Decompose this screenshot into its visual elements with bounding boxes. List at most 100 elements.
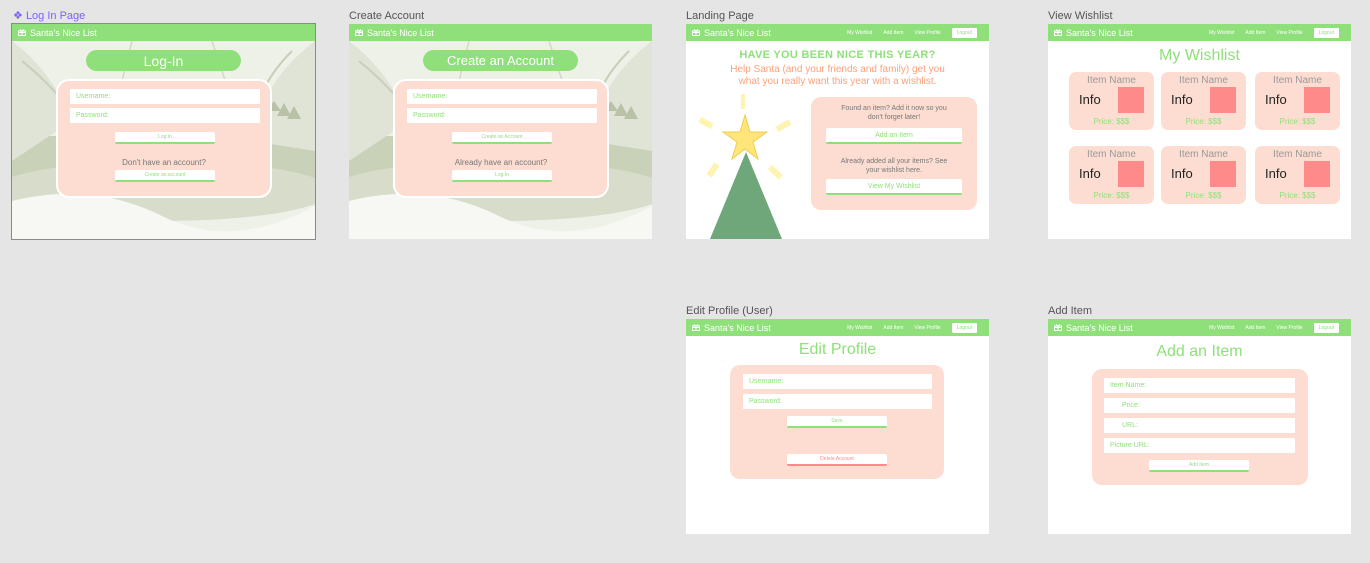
frame-label-add-item[interactable]: Add Item (1048, 305, 1092, 317)
brand[interactable]: Santa's Nice List (1054, 323, 1133, 333)
create-account-button[interactable]: Create an Account (452, 132, 552, 144)
brand-name: Santa's Nice List (367, 27, 434, 38)
item-info: Info (1265, 166, 1287, 181)
page-title: Create an Account (423, 50, 578, 71)
password-field[interactable]: Password: (743, 394, 932, 409)
add-an-item-button[interactable]: Add an Item (826, 128, 962, 144)
star-ray (767, 164, 783, 180)
wishlist-item-card[interactable]: Item Name Info Price: $$$ (1255, 72, 1340, 130)
save-button[interactable]: Save (787, 416, 887, 428)
wishlist-item-card[interactable]: Item Name Info Price: $$$ (1161, 146, 1246, 204)
login-button[interactable]: Log In (115, 132, 215, 144)
frame-label-edit-profile[interactable]: Edit Profile (User) (686, 305, 773, 317)
page-title: Log-In (86, 50, 241, 71)
item-name: Item Name (1273, 75, 1322, 86)
frame-label-create[interactable]: Create Account (349, 10, 424, 22)
frame-label-text: Log In Page (25, 10, 86, 22)
no-account-text: Don't have an account? (122, 158, 206, 167)
picture-url-field[interactable]: Picture URL: (1104, 438, 1295, 453)
star-ray (698, 116, 714, 130)
brand[interactable]: Santa's Nice List (355, 28, 434, 38)
view-wishlist-frame: Santa's Nice List My Wishlist Add Item V… (1048, 24, 1351, 239)
item-image-placeholder (1304, 161, 1330, 187)
headline: HAVE YOU BEEN NICE THIS YEAR? (739, 49, 936, 61)
nav-add-item[interactable]: Add Item (883, 325, 903, 331)
navbar: Santa's Nice List (349, 24, 652, 41)
view-wishlist-button[interactable]: View My Wishlist (826, 179, 962, 195)
nav-my-wishlist[interactable]: My Wishlist (847, 325, 872, 331)
gift-icon (355, 29, 363, 36)
logout-button[interactable]: Logout (1313, 322, 1339, 333)
username-field[interactable]: Username: (70, 89, 260, 104)
price-field[interactable]: Price: (1104, 398, 1295, 413)
frame-label-wishlist[interactable]: View Wishlist (1048, 10, 1113, 22)
found-item-text-2: don't forget later! (867, 114, 921, 121)
brand-name: Santa's Nice List (704, 322, 771, 333)
wishlist-item-card[interactable]: Item Name Info Price: $$$ (1069, 72, 1154, 130)
login-button[interactable]: Log In (452, 170, 552, 182)
frame-label-landing[interactable]: Landing Page (686, 10, 754, 22)
gift-icon (1054, 29, 1062, 36)
edit-profile-frame: Santa's Nice List My Wishlist Add Item V… (686, 319, 989, 534)
navbar: Santa's Nice List My Wishlist Add Item V… (686, 319, 989, 336)
item-name: Item Name (1273, 149, 1322, 160)
page-title: My Wishlist (1159, 47, 1240, 64)
navbar: Santa's Nice List My Wishlist Add Item V… (686, 24, 989, 41)
nav-view-profile[interactable]: View Profile (914, 30, 940, 36)
password-field[interactable]: Password: (407, 108, 597, 123)
gift-icon (18, 29, 26, 36)
gift-icon (692, 324, 700, 331)
brand[interactable]: Santa's Nice List (692, 28, 771, 38)
item-price: Price: $$$ (1279, 117, 1316, 126)
brand[interactable]: Santa's Nice List (18, 28, 97, 38)
frame-label-login[interactable]: ❖ Log In Page (13, 10, 85, 22)
item-name-field[interactable]: Item Name: (1104, 378, 1295, 393)
username-field[interactable]: Username: (407, 89, 597, 104)
nav-add-item[interactable]: Add Item (1245, 325, 1265, 331)
star-ray (741, 94, 745, 109)
create-account-button[interactable]: Create an account (115, 170, 215, 182)
logout-button[interactable]: Logout (1313, 27, 1339, 38)
nav-links: My Wishlist Add Item View Profile Logout (1198, 322, 1339, 333)
tree-shape (710, 152, 782, 239)
create-card: Username: Password: Create an Account Al… (393, 79, 609, 198)
logout-button[interactable]: Logout (951, 27, 977, 38)
nav-add-item[interactable]: Add Item (883, 30, 903, 36)
add-item-card: Item Name: Price: URL: Picture URL: Add … (1092, 369, 1308, 485)
logout-button[interactable]: Logout (951, 322, 977, 333)
christmas-tree-illustration (698, 94, 792, 239)
brand[interactable]: Santa's Nice List (1054, 28, 1133, 38)
create-account-frame: Santa's Nice List Create an Account User… (349, 24, 652, 239)
wishlist-item-card[interactable]: Item Name Info Price: $$$ (1069, 146, 1154, 204)
already-added-text-1: Already added all your items? See (840, 158, 948, 165)
url-field[interactable]: URL: (1104, 418, 1295, 433)
login-card: Username: Password: Log In Don't have an… (56, 79, 272, 198)
item-price: Price: $$$ (1093, 191, 1130, 200)
item-info: Info (1265, 92, 1287, 107)
wishlist-item-card[interactable]: Item Name Info Price: $$$ (1255, 146, 1340, 204)
edit-profile-card: Username: Password: Save Delete Account (730, 365, 944, 479)
username-field[interactable]: Username: (743, 374, 932, 389)
nav-view-profile[interactable]: View Profile (1276, 30, 1302, 36)
delete-account-button[interactable]: Delete Account (787, 454, 887, 466)
nav-my-wishlist[interactable]: My Wishlist (847, 30, 872, 36)
gift-icon (692, 29, 700, 36)
nav-my-wishlist[interactable]: My Wishlist (1209, 30, 1234, 36)
nav-links: My Wishlist Add Item View Profile Logout (836, 27, 977, 38)
nav-view-profile[interactable]: View Profile (914, 325, 940, 331)
password-field[interactable]: Password: (70, 108, 260, 123)
star-ray (706, 162, 720, 178)
nav-links: My Wishlist Add Item View Profile Logout (836, 322, 977, 333)
star-icon (721, 113, 769, 161)
nav-view-profile[interactable]: View Profile (1276, 325, 1302, 331)
add-item-button[interactable]: Add Item (1149, 460, 1249, 472)
brand-name: Santa's Nice List (704, 27, 771, 38)
brand[interactable]: Santa's Nice List (692, 323, 771, 333)
wishlist-item-card[interactable]: Item Name Info Price: $$$ (1161, 72, 1246, 130)
item-price: Price: $$$ (1279, 191, 1316, 200)
item-price: Price: $$$ (1185, 191, 1222, 200)
item-info: Info (1171, 166, 1193, 181)
nav-my-wishlist[interactable]: My Wishlist (1209, 325, 1234, 331)
gift-icon (1054, 324, 1062, 331)
nav-add-item[interactable]: Add Item (1245, 30, 1265, 36)
